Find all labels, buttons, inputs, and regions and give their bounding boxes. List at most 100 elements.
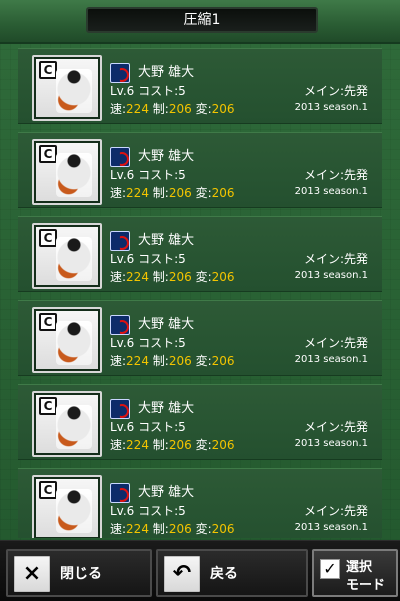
position: メイン:先発 [303, 336, 368, 350]
player-name: 大野 雄大 [138, 65, 195, 80]
player-name: 大野 雄大 [138, 401, 195, 416]
player-stats: 速:224 制:206 変:206 [110, 268, 235, 285]
card-item[interactable]: C 大野 雄大 Lv.6 コスト:5 速:224 制:206 変:206 メイン… [18, 384, 382, 460]
control-label: 制: [152, 522, 169, 536]
team-logo-icon [110, 483, 130, 503]
movement-label: 変: [195, 438, 212, 452]
card-item[interactable]: C 大野 雄大 Lv.6 コスト:5 速:224 制:206 変:206 メイン… [18, 132, 382, 208]
player-thumbnail: C [32, 391, 102, 457]
undo-icon: ↶ [164, 556, 200, 592]
player-image [56, 405, 92, 449]
card-item[interactable]: C 大野 雄大 Lv.6 コスト:5 速:224 制:206 変:206 メイン… [18, 48, 382, 124]
control-label: 制: [152, 354, 169, 368]
level-cost: Lv.6 コスト:5 [110, 84, 186, 98]
speed-value: 224 [126, 354, 149, 368]
movement-label: 変: [195, 186, 212, 200]
level-cost: Lv.6 コスト:5 [110, 420, 186, 434]
select-mode-label-line2: モード [346, 578, 386, 593]
player-image [56, 69, 92, 113]
speed-value: 224 [126, 186, 149, 200]
control-value: 206 [168, 522, 192, 536]
movement-label: 変: [195, 354, 212, 368]
speed-value: 224 [126, 270, 149, 284]
rarity-badge: C [39, 481, 57, 499]
speed-value: 224 [126, 438, 149, 452]
card-item[interactable]: C 大野 雄大 Lv.6 コスト:5 速:224 制:206 変:206 メイン… [18, 216, 382, 292]
select-mode-button[interactable]: ✓ 選択 モード [312, 549, 398, 597]
player-stats: 速:224 制:206 変:206 [110, 436, 235, 453]
position: メイン:先発 [303, 420, 368, 434]
main-board: 圧縮1 C 大野 雄大 Lv.6 コスト:5 速:224 制:206 変:206… [0, 0, 400, 540]
player-stats: 速:224 制:206 変:206 [110, 520, 235, 537]
level-cost: Lv.6 コスト:5 [110, 168, 186, 182]
back-button[interactable]: ↶ 戻る [156, 549, 308, 597]
card-item[interactable]: C 大野 雄大 Lv.6 コスト:5 速:224 制:206 変:206 メイン… [18, 300, 382, 376]
speed-label: 速: [110, 270, 127, 284]
player-name: 大野 雄大 [138, 485, 195, 500]
control-label: 制: [152, 186, 169, 200]
card-list[interactable]: C 大野 雄大 Lv.6 コスト:5 速:224 制:206 変:206 メイン… [18, 48, 382, 538]
season: 2013 season.1 [294, 438, 368, 449]
position: メイン:先発 [303, 84, 368, 98]
movement-label: 変: [195, 522, 212, 536]
control-label: 制: [152, 270, 169, 284]
season: 2013 season.1 [294, 102, 368, 113]
speed-value: 224 [126, 522, 149, 536]
speed-label: 速: [110, 438, 127, 452]
movement-value: 206 [211, 102, 235, 116]
movement-value: 206 [211, 270, 235, 284]
position: メイン:先発 [303, 252, 368, 266]
level-cost: Lv.6 コスト:5 [110, 336, 186, 350]
movement-value: 206 [211, 354, 235, 368]
speed-label: 速: [110, 186, 127, 200]
card-item[interactable]: C 大野 雄大 Lv.6 コスト:5 速:224 制:206 変:206 メイン… [18, 468, 382, 538]
position: メイン:先発 [303, 504, 368, 518]
speed-label: 速: [110, 354, 127, 368]
season: 2013 season.1 [294, 354, 368, 365]
movement-value: 206 [211, 438, 235, 452]
rarity-badge: C [39, 61, 57, 79]
speed-label: 速: [110, 522, 127, 536]
page-title: 圧縮1 [86, 7, 318, 33]
level-cost: Lv.6 コスト:5 [110, 252, 186, 266]
team-logo-icon [110, 399, 130, 419]
speed-value: 224 [126, 102, 149, 116]
bottom-toolbar: × 閉じる ↶ 戻る ✓ 選択 モード [0, 540, 400, 601]
player-name: 大野 雄大 [138, 149, 195, 164]
movement-value: 206 [211, 522, 235, 536]
control-value: 206 [168, 438, 192, 452]
season: 2013 season.1 [294, 522, 368, 533]
control-value: 206 [168, 354, 192, 368]
player-name: 大野 雄大 [138, 233, 195, 248]
header-bar: 圧縮1 [0, 0, 400, 44]
back-button-label: 戻る [210, 566, 238, 582]
team-logo-icon [110, 231, 130, 251]
team-logo-icon [110, 315, 130, 335]
player-thumbnail: C [32, 475, 102, 538]
rarity-badge: C [39, 397, 57, 415]
player-stats: 速:224 制:206 変:206 [110, 352, 235, 369]
rarity-badge: C [39, 313, 57, 331]
player-stats: 速:224 制:206 変:206 [110, 100, 235, 117]
checkbox-icon: ✓ [320, 559, 340, 579]
control-value: 206 [168, 186, 192, 200]
player-thumbnail: C [32, 139, 102, 205]
season: 2013 season.1 [294, 270, 368, 281]
movement-label: 変: [195, 102, 212, 116]
team-logo-icon [110, 63, 130, 83]
team-logo-icon [110, 147, 130, 167]
movement-value: 206 [211, 186, 235, 200]
close-button-label: 閉じる [60, 566, 102, 582]
player-name: 大野 雄大 [138, 317, 195, 332]
select-mode-label-line1: 選択 [346, 560, 373, 575]
player-image [56, 489, 92, 533]
player-image [56, 153, 92, 197]
position: メイン:先発 [303, 168, 368, 182]
season: 2013 season.1 [294, 186, 368, 197]
control-value: 206 [168, 102, 192, 116]
close-icon: × [14, 556, 50, 592]
speed-label: 速: [110, 102, 127, 116]
rarity-badge: C [39, 229, 57, 247]
close-button[interactable]: × 閉じる [6, 549, 152, 597]
movement-label: 変: [195, 270, 212, 284]
